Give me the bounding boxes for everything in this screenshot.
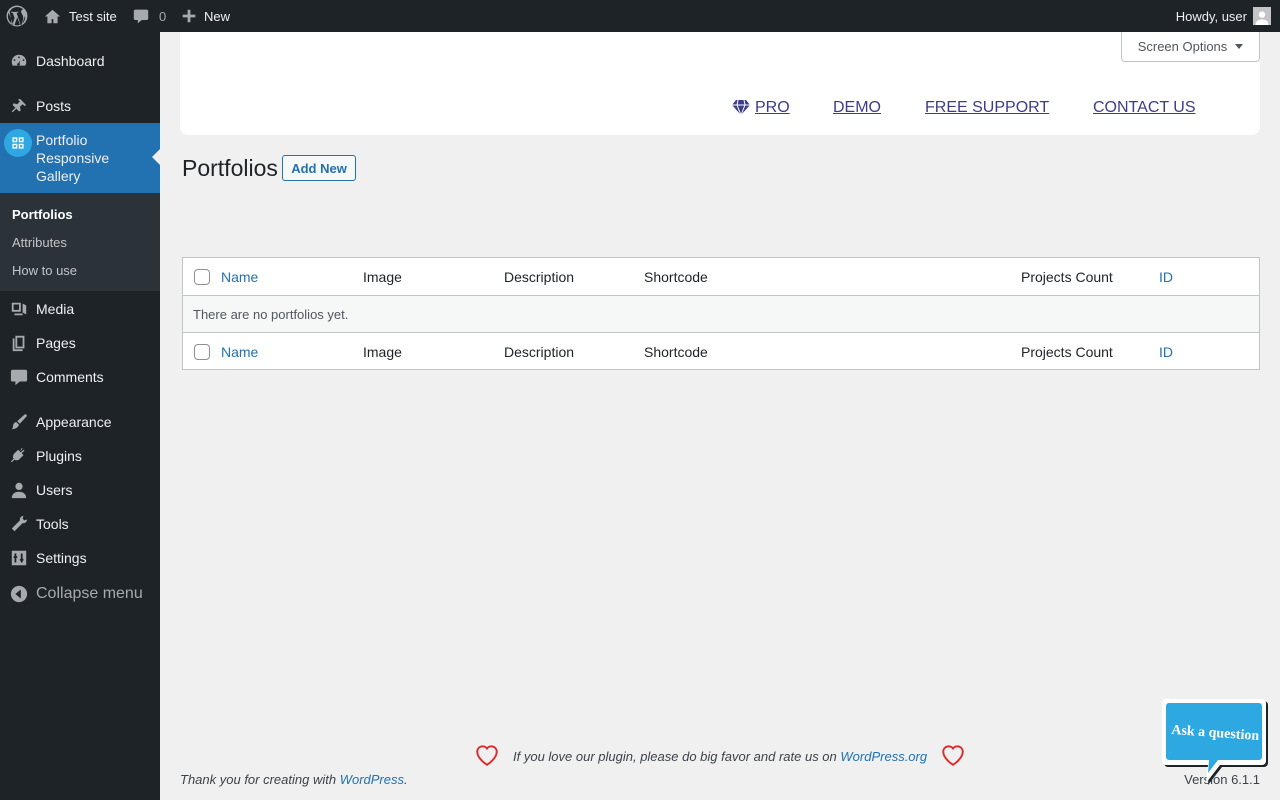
wrench-icon bbox=[9, 514, 29, 534]
free-support-link[interactable]: FREE SUPPORT bbox=[925, 99, 1049, 117]
my-account-link[interactable]: Howdy, user bbox=[1176, 0, 1271, 32]
sidebar-item-label: Portfolio Responsive Gallery bbox=[36, 132, 110, 184]
column-projects-count-footer: Projects Count bbox=[1021, 343, 1113, 360]
media-icon bbox=[9, 299, 29, 319]
home-icon bbox=[44, 9, 61, 23]
new-label: New bbox=[204, 8, 231, 24]
new-content-link[interactable]: New bbox=[182, 0, 230, 32]
collapse-menu-button[interactable]: Collapse menu bbox=[0, 577, 160, 611]
footer-thanks: Thank you for creating with WordPress. bbox=[180, 772, 408, 787]
rate-wordpress-org-link[interactable]: WordPress.org bbox=[840, 749, 927, 764]
column-description-footer: Description bbox=[504, 343, 575, 360]
page-title: Portfolios bbox=[182, 155, 278, 181]
empty-message: There are no portfolios yet. bbox=[193, 306, 349, 322]
collapse-arrow-icon bbox=[9, 584, 29, 604]
sidebar-item-label: Users bbox=[36, 482, 73, 498]
column-name-footer[interactable]: Name bbox=[221, 333, 258, 370]
select-all-checkbox[interactable] bbox=[194, 268, 210, 285]
sidebar-item-settings[interactable]: Settings bbox=[0, 541, 160, 575]
screen-options-button[interactable]: Screen Options bbox=[1121, 32, 1260, 62]
demo-link[interactable]: DEMO bbox=[833, 99, 881, 117]
sidebar-item-portfolio-gallery[interactable]: Portfolio Responsive Gallery bbox=[0, 123, 160, 193]
sidebar-item-label: Tools bbox=[36, 516, 69, 532]
pin-icon bbox=[9, 96, 29, 116]
column-id-header[interactable]: ID bbox=[1159, 258, 1173, 295]
sidebar-item-label: Pages bbox=[36, 335, 76, 351]
avatar bbox=[1253, 7, 1271, 25]
site-name: Test site bbox=[69, 8, 117, 24]
heart-icon bbox=[942, 745, 964, 766]
table-header-row: Name Image Description Shortcode Project… bbox=[183, 258, 1259, 296]
user-icon bbox=[9, 480, 29, 500]
plus-icon bbox=[182, 9, 196, 23]
sidebar-item-dashboard[interactable]: Dashboard bbox=[0, 44, 160, 78]
sidebar-item-label: Appearance bbox=[36, 414, 112, 430]
sidebar-item-posts[interactable]: Posts bbox=[0, 89, 160, 123]
comment-icon bbox=[9, 367, 29, 387]
add-new-button[interactable]: Add New bbox=[282, 155, 356, 181]
screen-options-label: Screen Options bbox=[1137, 39, 1228, 54]
sidebar-item-media[interactable]: Media bbox=[0, 292, 160, 326]
sidebar-item-label: Posts bbox=[36, 98, 72, 114]
caret-down-icon bbox=[1235, 44, 1244, 49]
select-all-checkbox-footer[interactable] bbox=[194, 343, 210, 360]
column-shortcode-header: Shortcode bbox=[644, 268, 708, 285]
sidebar-item-label: Media bbox=[36, 301, 75, 317]
settings-icon bbox=[9, 548, 29, 568]
column-image-header: Image bbox=[363, 268, 402, 285]
plug-icon bbox=[9, 446, 29, 466]
thanks-text: Thank you for creating with bbox=[180, 772, 337, 787]
brush-icon bbox=[9, 412, 29, 432]
comments-link[interactable]: 0 bbox=[133, 0, 166, 32]
wordpress-link[interactable]: WordPress bbox=[340, 772, 404, 787]
column-description-header: Description bbox=[504, 268, 575, 285]
dashboard-icon bbox=[9, 51, 29, 71]
sidebar-item-comments[interactable]: Comments bbox=[0, 360, 160, 394]
rate-us-notice: If you love our plugin, please do big fa… bbox=[474, 742, 974, 770]
heart-icon bbox=[476, 745, 498, 766]
grid-icon bbox=[4, 129, 32, 157]
comment-icon bbox=[133, 9, 149, 24]
diamond-icon bbox=[732, 99, 750, 115]
site-name-link[interactable]: Test site bbox=[44, 0, 117, 32]
column-projects-count-header: Projects Count bbox=[1021, 268, 1113, 285]
admin-sidebar: Dashboard Posts Portfolio Responsive Gal… bbox=[0, 32, 160, 800]
sidebar-item-label: Settings bbox=[36, 550, 87, 566]
sidebar-item-label: Comments bbox=[36, 369, 104, 385]
table-footer-row: Name Image Description Shortcode Project… bbox=[183, 332, 1259, 370]
sidebar-item-label: Dashboard bbox=[36, 53, 105, 69]
submenu-item-portfolios[interactable]: Portfolios bbox=[12, 207, 73, 222]
sidebar-item-users[interactable]: Users bbox=[0, 473, 160, 507]
submenu-item-how-to-use[interactable]: How to use bbox=[12, 263, 77, 278]
collapse-menu-label: Collapse menu bbox=[36, 585, 143, 602]
plugin-header-panel bbox=[180, 32, 1260, 135]
pages-icon bbox=[9, 333, 29, 353]
admin-bar: Test site 0 New Howdy, user bbox=[0, 0, 1280, 32]
wordpress-logo-icon[interactable] bbox=[6, 0, 28, 32]
current-menu-arrow bbox=[152, 149, 160, 165]
ask-question-button[interactable]: Ask a question bbox=[1160, 698, 1270, 788]
submenu-item-attributes[interactable]: Attributes bbox=[12, 235, 67, 250]
pro-link[interactable]: PRO bbox=[755, 99, 790, 117]
rate-text: If you love our plugin, please do big fa… bbox=[513, 749, 837, 764]
portfolios-table: Name Image Description Shortcode Project… bbox=[182, 257, 1260, 370]
column-image-footer: Image bbox=[363, 343, 402, 360]
comments-count: 0 bbox=[159, 8, 167, 24]
portfolio-submenu: Portfolios Attributes How to use bbox=[0, 193, 160, 291]
contact-us-link[interactable]: CONTACT US bbox=[1093, 99, 1196, 117]
sidebar-item-pages[interactable]: Pages bbox=[0, 326, 160, 360]
column-shortcode-footer: Shortcode bbox=[644, 343, 708, 360]
greeting: Howdy, user bbox=[1175, 8, 1247, 24]
column-id-footer[interactable]: ID bbox=[1159, 333, 1173, 370]
sidebar-item-tools[interactable]: Tools bbox=[0, 507, 160, 541]
sidebar-item-plugins[interactable]: Plugins bbox=[0, 439, 160, 473]
table-row: There are no portfolios yet. bbox=[183, 296, 1259, 332]
sidebar-item-appearance[interactable]: Appearance bbox=[0, 405, 160, 439]
sidebar-item-label: Plugins bbox=[36, 448, 82, 464]
column-name-header[interactable]: Name bbox=[221, 258, 258, 295]
